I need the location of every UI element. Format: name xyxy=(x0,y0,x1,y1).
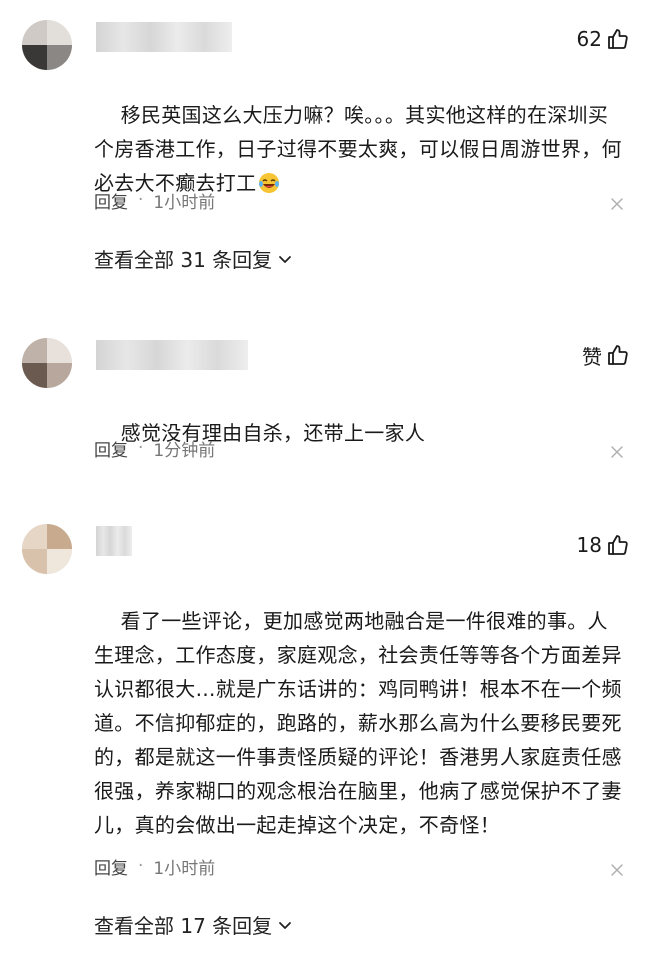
username-obscured[interactable] xyxy=(96,22,232,52)
close-icon[interactable] xyxy=(610,862,624,876)
thumbs-up-icon xyxy=(606,533,630,557)
timestamp: 1分钟前 xyxy=(153,440,216,461)
timestamp: 1小时前 xyxy=(153,192,216,213)
username-obscured[interactable] xyxy=(96,526,132,556)
reply-button[interactable]: 回复 xyxy=(94,436,128,461)
avatar[interactable] xyxy=(22,338,72,388)
meta-separator: · xyxy=(138,190,144,210)
view-all-label: 查看全部 17 条回复 xyxy=(94,914,273,938)
view-all-replies-button[interactable]: 查看全部 31 条回复 xyxy=(94,244,294,273)
like-count: 赞 xyxy=(582,344,602,369)
avatar[interactable] xyxy=(22,524,72,574)
like-count: 18 xyxy=(576,533,602,557)
thumbs-up-icon xyxy=(606,343,630,367)
like-button[interactable]: 18 xyxy=(577,530,630,560)
comment-meta: 回复 · 1小时前 xyxy=(94,854,216,879)
reply-button[interactable]: 回复 xyxy=(94,854,128,879)
meta-separator: · xyxy=(138,438,144,458)
avatar[interactable] xyxy=(22,20,72,70)
timestamp: 1小时前 xyxy=(153,858,216,879)
close-icon[interactable] xyxy=(610,196,624,210)
thumbs-up-icon xyxy=(606,27,630,51)
comment-meta: 回复 · 1分钟前 xyxy=(94,436,216,461)
reply-button[interactable]: 回复 xyxy=(94,188,128,213)
comment-text: 感觉没有理由自杀，还带上一家人 xyxy=(120,421,426,445)
comment-meta: 回复 · 1小时前 xyxy=(94,188,216,213)
meta-separator: · xyxy=(138,856,144,876)
chevron-down-icon xyxy=(276,916,294,934)
username-obscured[interactable] xyxy=(96,340,248,370)
close-icon[interactable] xyxy=(610,444,624,458)
like-count: 62 xyxy=(576,27,602,51)
laugh-cry-emoji-icon xyxy=(258,170,280,193)
comment-text: 看了一些评论，更加感觉两地融合是一件很难的事。人生理念，工作态度，家庭观念，社会… xyxy=(94,609,622,837)
view-all-label: 查看全部 31 条回复 xyxy=(94,248,273,272)
like-button[interactable]: 62 xyxy=(577,24,630,54)
view-all-replies-button[interactable]: 查看全部 17 条回复 xyxy=(94,910,294,939)
like-button[interactable]: 赞 xyxy=(582,340,630,370)
chevron-down-icon xyxy=(276,250,294,268)
